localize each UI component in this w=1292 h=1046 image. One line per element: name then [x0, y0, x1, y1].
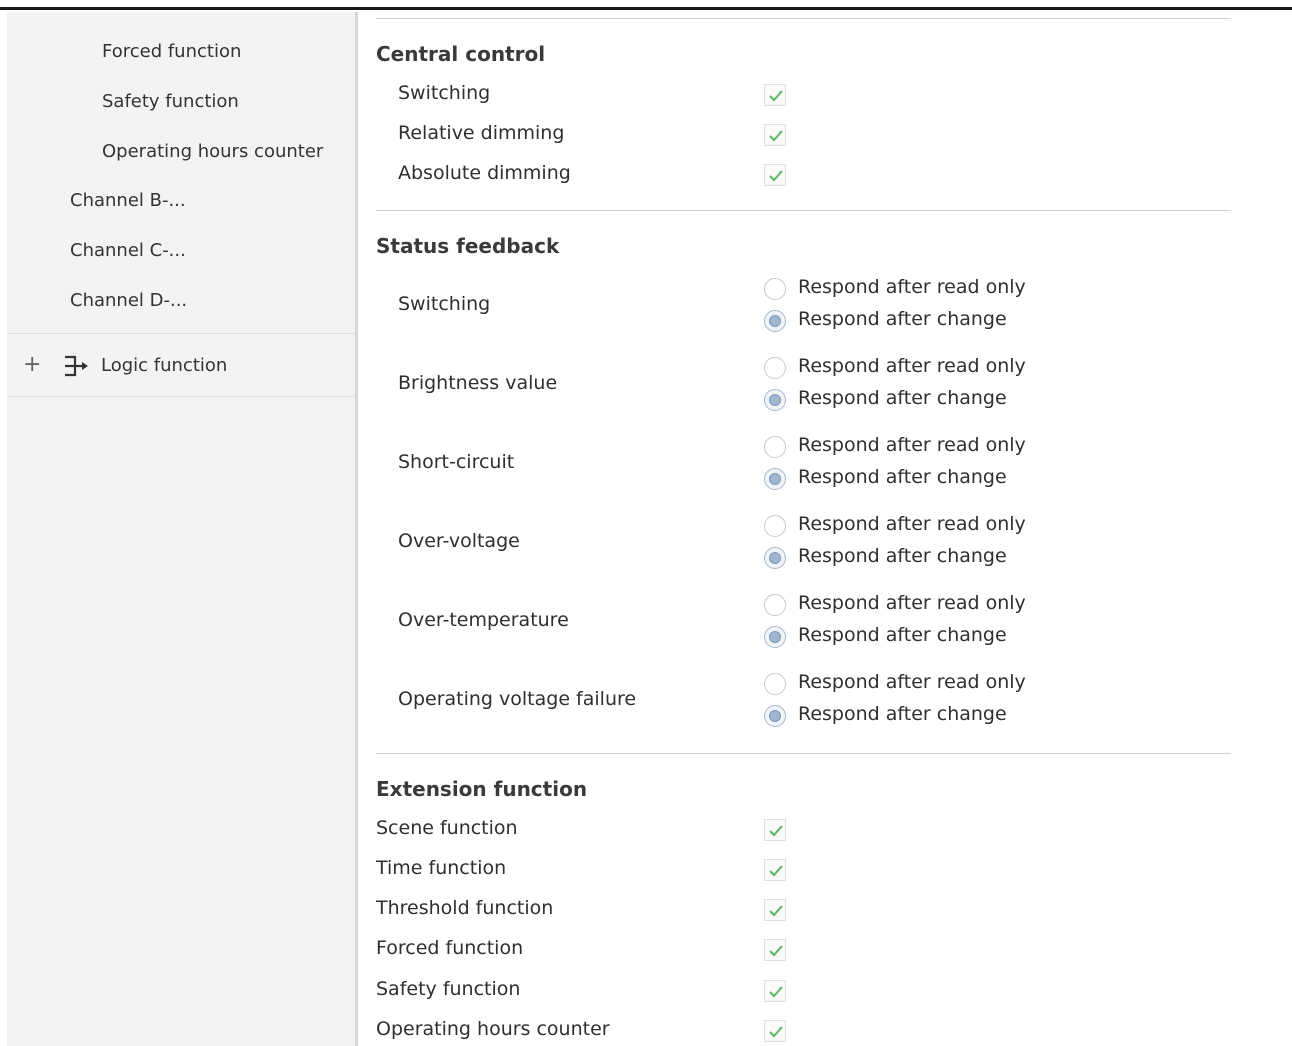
- radio-label: Respond after change: [798, 545, 1007, 567]
- radio-button[interactable]: [764, 278, 786, 300]
- check-icon: [769, 170, 783, 182]
- central-absolute-dimming-checkbox[interactable]: [764, 164, 786, 186]
- ext-operating-hours-counter-checkbox[interactable]: [764, 1020, 786, 1042]
- central-switching-checkbox[interactable]: [764, 84, 786, 106]
- sidebar-item-operating-hours-counter[interactable]: Operating hours counter: [102, 140, 323, 164]
- radio-button[interactable]: [764, 515, 786, 537]
- radio-button[interactable]: [764, 673, 786, 695]
- sidebar-item-safety-function[interactable]: Safety function: [102, 90, 239, 114]
- check-icon: [769, 905, 783, 917]
- parameter-panel: Central control Switching Relative dimmi…: [358, 12, 1292, 1046]
- radio-label: Respond after read only: [798, 355, 1026, 377]
- radio-button-selected[interactable]: [764, 389, 786, 411]
- check-icon: [769, 986, 783, 998]
- ext-forced-function-label: Forced function: [376, 937, 524, 959]
- expand-plus-icon[interactable]: +: [23, 354, 41, 376]
- radio-button-selected[interactable]: [764, 626, 786, 648]
- ext-time-function-checkbox[interactable]: [764, 859, 786, 881]
- feedback-brightness-label: Brightness value: [398, 372, 558, 394]
- status-feedback-title: Status feedback: [376, 234, 560, 258]
- sidebar-separator: [7, 396, 355, 397]
- radio-label: Respond after read only: [798, 592, 1026, 614]
- window-top-border: [0, 0, 1292, 10]
- sidebar-item-forced-function[interactable]: Forced function: [102, 40, 241, 64]
- ext-safety-function-checkbox[interactable]: [764, 980, 786, 1002]
- feedback-operating-voltage-failure-label: Operating voltage failure: [398, 688, 637, 710]
- check-icon: [769, 825, 783, 837]
- check-icon: [769, 945, 783, 957]
- central-relative-dimming-label: Relative dimming: [398, 122, 565, 144]
- extension-function-title: Extension function: [376, 777, 588, 801]
- section-divider: [376, 18, 1231, 19]
- radio-button[interactable]: [764, 594, 786, 616]
- radio-label: Respond after read only: [798, 276, 1026, 298]
- sidebar-item-channel-b[interactable]: Channel B-...: [70, 189, 186, 213]
- ext-forced-function-checkbox[interactable]: [764, 939, 786, 961]
- check-icon: [769, 865, 783, 877]
- sidebar-item-channel-c[interactable]: Channel C-...: [70, 239, 186, 263]
- ext-threshold-function-checkbox[interactable]: [764, 899, 786, 921]
- feedback-short-circuit-label: Short-circuit: [398, 451, 515, 473]
- radio-label: Respond after change: [798, 703, 1007, 725]
- ext-safety-function-label: Safety function: [376, 978, 521, 1000]
- radio-label: Respond after read only: [798, 671, 1026, 693]
- sidebar-item-channel-d[interactable]: Channel D-...: [70, 289, 187, 313]
- top-border-line: [0, 7, 1292, 10]
- feedback-over-temperature-label: Over-temperature: [398, 609, 569, 631]
- central-switching-label: Switching: [398, 82, 491, 104]
- logic-function-label: Logic function: [101, 355, 228, 376]
- ext-time-function-label: Time function: [376, 857, 507, 879]
- radio-button-selected[interactable]: [764, 468, 786, 490]
- central-relative-dimming-checkbox[interactable]: [764, 124, 786, 146]
- check-icon: [769, 90, 783, 102]
- logic-gate-icon: [63, 354, 91, 382]
- ext-scene-function-checkbox[interactable]: [764, 819, 786, 841]
- radio-label: Respond after change: [798, 466, 1007, 488]
- central-absolute-dimming-label: Absolute dimming: [398, 162, 571, 184]
- ext-operating-hours-counter-label: Operating hours counter: [376, 1018, 610, 1040]
- feedback-switching-label: Switching: [398, 293, 491, 315]
- radio-button-selected[interactable]: [764, 310, 786, 332]
- central-control-title: Central control: [376, 42, 546, 66]
- check-icon: [769, 130, 783, 142]
- radio-button[interactable]: [764, 436, 786, 458]
- section-divider: [376, 210, 1231, 211]
- ext-scene-function-label: Scene function: [376, 817, 518, 839]
- radio-label: Respond after change: [798, 624, 1007, 646]
- check-icon: [769, 1026, 783, 1038]
- sidebar-tree: [7, 12, 355, 1046]
- radio-button-selected[interactable]: [764, 547, 786, 569]
- radio-button[interactable]: [764, 357, 786, 379]
- radio-label: Respond after read only: [798, 434, 1026, 456]
- ext-threshold-function-label: Threshold function: [376, 897, 554, 919]
- radio-button-selected[interactable]: [764, 705, 786, 727]
- section-divider: [376, 753, 1231, 754]
- feedback-over-voltage-label: Over-voltage: [398, 530, 520, 552]
- radio-label: Respond after change: [798, 308, 1007, 330]
- sidebar-item-logic-function[interactable]: + Logic function: [7, 334, 355, 396]
- radio-label: Respond after change: [798, 387, 1007, 409]
- radio-label: Respond after read only: [798, 513, 1026, 535]
